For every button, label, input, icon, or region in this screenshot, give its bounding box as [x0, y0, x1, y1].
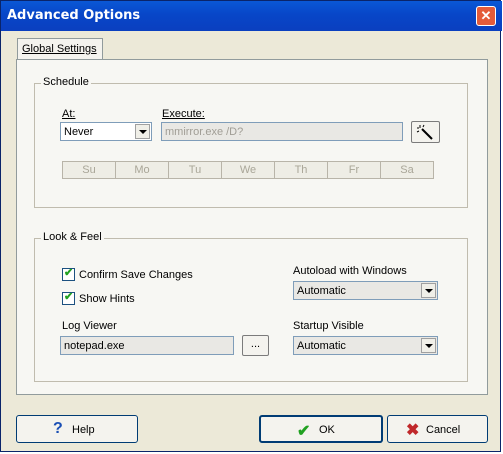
tab-global-settings-label: Global Settings — [22, 43, 97, 55]
cancel-button[interactable]: ✖ Cancel — [387, 415, 488, 443]
log-viewer-label: Log Viewer — [62, 320, 117, 332]
startup-visible-label: Startup Visible — [293, 320, 364, 332]
autoload-select[interactable]: Automatic — [293, 281, 438, 300]
chevron-down-icon[interactable] — [135, 124, 150, 139]
ok-button-label: OK — [319, 424, 335, 436]
help-button[interactable]: ? Help — [16, 415, 138, 443]
checkmark-icon: ✔ — [297, 423, 311, 440]
tab-global-settings[interactable]: Global Settings — [17, 38, 103, 60]
schedule-legend: Schedule — [41, 76, 91, 88]
weekday-row: Su Mo Tu We Th Fr Sa — [62, 161, 434, 179]
advanced-options-window: Advanced Options ✕ Global Settings Sched… — [0, 0, 502, 452]
confirm-save-label[interactable]: Confirm Save Changes — [79, 269, 193, 281]
help-button-label: Help — [72, 424, 95, 436]
wizard-button[interactable] — [411, 121, 440, 143]
magic-wand-icon — [416, 124, 433, 140]
checkmark-icon: ✔ — [64, 267, 74, 279]
confirm-save-checkbox[interactable]: ✔ — [62, 267, 75, 281]
show-hints-label[interactable]: Show Hints — [79, 293, 135, 305]
ok-button[interactable]: ✔ OK — [259, 415, 383, 443]
window-title: Advanced Options — [7, 8, 141, 23]
close-icon: ✕ — [480, 8, 492, 23]
browse-button-label: ... — [250, 338, 261, 350]
show-hints-checkbox[interactable]: ✔ — [62, 291, 75, 305]
question-icon: ? — [53, 420, 63, 437]
at-select[interactable]: Never — [60, 122, 152, 141]
execute-label: Execute: — [162, 108, 205, 120]
title-bar[interactable]: Advanced Options ✕ — [1, 1, 502, 31]
chevron-down-icon[interactable] — [421, 283, 436, 298]
look-feel-legend: Look & Feel — [41, 231, 104, 243]
day-sa[interactable]: Sa — [380, 161, 434, 179]
schedule-group: Schedule — [34, 76, 468, 208]
chevron-down-icon[interactable] — [421, 338, 436, 353]
startup-visible-select-value: Automatic — [297, 340, 346, 352]
day-th[interactable]: Th — [274, 161, 328, 179]
day-su[interactable]: Su — [62, 161, 116, 179]
at-label: At: — [62, 108, 76, 120]
day-fr[interactable]: Fr — [327, 161, 381, 179]
execute-input[interactable]: mmirror.exe /D? — [161, 122, 403, 141]
x-icon: ✖ — [406, 422, 420, 439]
autoload-select-value: Automatic — [297, 285, 346, 297]
day-mo[interactable]: Mo — [115, 161, 169, 179]
day-we[interactable]: We — [221, 161, 275, 179]
autoload-label: Autoload with Windows — [293, 265, 407, 277]
at-select-value: Never — [64, 126, 94, 138]
look-feel-group: Look & Feel — [34, 231, 468, 382]
browse-button[interactable]: ... — [242, 335, 269, 356]
close-button[interactable]: ✕ — [476, 6, 496, 26]
checkmark-icon: ✔ — [64, 291, 74, 303]
log-viewer-input[interactable]: notepad.exe — [60, 336, 234, 355]
log-viewer-input-value: notepad.exe — [64, 340, 125, 352]
day-tu[interactable]: Tu — [168, 161, 222, 179]
cancel-button-label: Cancel — [426, 424, 461, 436]
execute-input-value: mmirror.exe /D? — [165, 126, 244, 138]
startup-visible-select[interactable]: Automatic — [293, 336, 438, 355]
